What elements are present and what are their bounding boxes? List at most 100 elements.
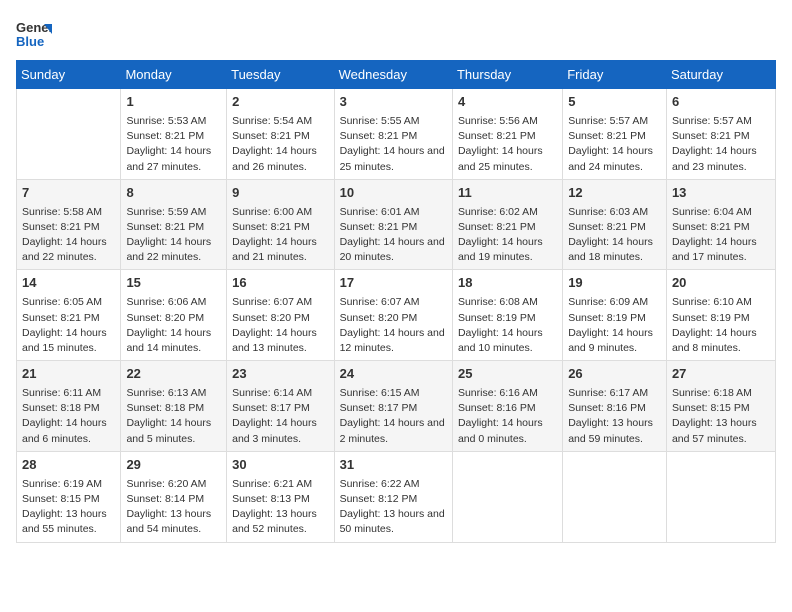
day-number: 3 xyxy=(340,93,447,112)
day-number: 27 xyxy=(672,365,770,384)
day-cell xyxy=(452,451,562,542)
day-info: Sunrise: 6:10 AMSunset: 8:19 PMDaylight:… xyxy=(672,295,770,356)
day-info: Sunrise: 5:58 AMSunset: 8:21 PMDaylight:… xyxy=(22,205,115,266)
day-cell: 13Sunrise: 6:04 AMSunset: 8:21 PMDayligh… xyxy=(666,179,775,270)
day-number: 26 xyxy=(568,365,661,384)
day-info: Sunrise: 5:55 AMSunset: 8:21 PMDaylight:… xyxy=(340,114,447,175)
sunrise-text: Sunrise: 6:15 AM xyxy=(340,386,447,401)
sunrise-text: Sunrise: 6:09 AM xyxy=(568,295,661,310)
day-number: 24 xyxy=(340,365,447,384)
day-cell: 8Sunrise: 5:59 AMSunset: 8:21 PMDaylight… xyxy=(121,179,227,270)
day-info: Sunrise: 5:56 AMSunset: 8:21 PMDaylight:… xyxy=(458,114,557,175)
day-number: 11 xyxy=(458,184,557,203)
sunrise-text: Sunrise: 6:04 AM xyxy=(672,205,770,220)
daylight-text: Daylight: 14 hours and 2 minutes. xyxy=(340,416,447,446)
daylight-text: Daylight: 14 hours and 14 minutes. xyxy=(126,326,221,356)
day-number: 16 xyxy=(232,274,328,293)
day-info: Sunrise: 5:57 AMSunset: 8:21 PMDaylight:… xyxy=(568,114,661,175)
sunset-text: Sunset: 8:21 PM xyxy=(126,220,221,235)
day-cell: 17Sunrise: 6:07 AMSunset: 8:20 PMDayligh… xyxy=(334,270,452,361)
sunrise-text: Sunrise: 6:07 AM xyxy=(232,295,328,310)
day-number: 1 xyxy=(126,93,221,112)
col-header-friday: Friday xyxy=(563,61,667,89)
sunset-text: Sunset: 8:12 PM xyxy=(340,492,447,507)
calendar-table: SundayMondayTuesdayWednesdayThursdayFrid… xyxy=(16,60,776,543)
day-info: Sunrise: 6:19 AMSunset: 8:15 PMDaylight:… xyxy=(22,477,115,538)
sunset-text: Sunset: 8:19 PM xyxy=(568,311,661,326)
sunrise-text: Sunrise: 5:55 AM xyxy=(340,114,447,129)
day-number: 9 xyxy=(232,184,328,203)
sunrise-text: Sunrise: 6:20 AM xyxy=(126,477,221,492)
day-number: 31 xyxy=(340,456,447,475)
daylight-text: Daylight: 14 hours and 13 minutes. xyxy=(232,326,328,356)
sunrise-text: Sunrise: 5:57 AM xyxy=(672,114,770,129)
sunrise-text: Sunrise: 6:05 AM xyxy=(22,295,115,310)
sunset-text: Sunset: 8:19 PM xyxy=(672,311,770,326)
sunrise-text: Sunrise: 6:08 AM xyxy=(458,295,557,310)
sunrise-text: Sunrise: 6:03 AM xyxy=(568,205,661,220)
sunset-text: Sunset: 8:21 PM xyxy=(672,220,770,235)
col-header-thursday: Thursday xyxy=(452,61,562,89)
svg-text:General: General xyxy=(16,20,52,35)
day-info: Sunrise: 6:07 AMSunset: 8:20 PMDaylight:… xyxy=(340,295,447,356)
sunset-text: Sunset: 8:15 PM xyxy=(672,401,770,416)
sunset-text: Sunset: 8:21 PM xyxy=(340,220,447,235)
daylight-text: Daylight: 14 hours and 25 minutes. xyxy=(340,144,447,174)
daylight-text: Daylight: 14 hours and 26 minutes. xyxy=(232,144,328,174)
day-info: Sunrise: 6:01 AMSunset: 8:21 PMDaylight:… xyxy=(340,205,447,266)
day-cell: 24Sunrise: 6:15 AMSunset: 8:17 PMDayligh… xyxy=(334,361,452,452)
day-cell xyxy=(666,451,775,542)
day-cell: 15Sunrise: 6:06 AMSunset: 8:20 PMDayligh… xyxy=(121,270,227,361)
day-number: 5 xyxy=(568,93,661,112)
sunset-text: Sunset: 8:21 PM xyxy=(232,220,328,235)
day-info: Sunrise: 5:53 AMSunset: 8:21 PMDaylight:… xyxy=(126,114,221,175)
logo-icon: General Blue xyxy=(16,16,52,52)
day-cell xyxy=(563,451,667,542)
daylight-text: Daylight: 14 hours and 23 minutes. xyxy=(672,144,770,174)
sunset-text: Sunset: 8:21 PM xyxy=(22,311,115,326)
sunrise-text: Sunrise: 6:19 AM xyxy=(22,477,115,492)
week-row-3: 14Sunrise: 6:05 AMSunset: 8:21 PMDayligh… xyxy=(17,270,776,361)
day-number: 18 xyxy=(458,274,557,293)
day-cell: 1 Sunrise: 5:53 AMSunset: 8:21 PMDaylight… xyxy=(121,89,227,180)
daylight-text: Daylight: 14 hours and 22 minutes. xyxy=(126,235,221,265)
day-number: 4 xyxy=(458,93,557,112)
day-cell: 19Sunrise: 6:09 AMSunset: 8:19 PMDayligh… xyxy=(563,270,667,361)
week-row-2: 7Sunrise: 5:58 AMSunset: 8:21 PMDaylight… xyxy=(17,179,776,270)
daylight-text: Daylight: 14 hours and 0 minutes. xyxy=(458,416,557,446)
header-row: SundayMondayTuesdayWednesdayThursdayFrid… xyxy=(17,61,776,89)
sunrise-text: Sunrise: 6:01 AM xyxy=(340,205,447,220)
sunset-text: Sunset: 8:21 PM xyxy=(22,220,115,235)
logo: General Blue xyxy=(16,16,52,52)
day-cell: 9 Sunrise: 6:00 AMSunset: 8:21 PMDaylight… xyxy=(227,179,334,270)
day-number: 10 xyxy=(340,184,447,203)
day-number: 21 xyxy=(22,365,115,384)
daylight-text: Daylight: 14 hours and 10 minutes. xyxy=(458,326,557,356)
daylight-text: Daylight: 14 hours and 12 minutes. xyxy=(340,326,447,356)
daylight-text: Daylight: 13 hours and 52 minutes. xyxy=(232,507,328,537)
daylight-text: Daylight: 14 hours and 8 minutes. xyxy=(672,326,770,356)
day-info: Sunrise: 6:00 AMSunset: 8:21 PMDaylight:… xyxy=(232,205,328,266)
page-header: General Blue xyxy=(16,16,776,52)
day-cell: 14Sunrise: 6:05 AMSunset: 8:21 PMDayligh… xyxy=(17,270,121,361)
day-number: 22 xyxy=(126,365,221,384)
sunset-text: Sunset: 8:21 PM xyxy=(340,129,447,144)
day-cell: 11Sunrise: 6:02 AMSunset: 8:21 PMDayligh… xyxy=(452,179,562,270)
daylight-text: Daylight: 14 hours and 9 minutes. xyxy=(568,326,661,356)
week-row-4: 21Sunrise: 6:11 AMSunset: 8:18 PMDayligh… xyxy=(17,361,776,452)
day-cell: 10 Sunrise: 6:01 AMSunset: 8:21 PMDayligh… xyxy=(334,179,452,270)
day-info: Sunrise: 5:57 AMSunset: 8:21 PMDaylight:… xyxy=(672,114,770,175)
sunset-text: Sunset: 8:21 PM xyxy=(568,129,661,144)
day-info: Sunrise: 6:06 AMSunset: 8:20 PMDaylight:… xyxy=(126,295,221,356)
sunset-text: Sunset: 8:16 PM xyxy=(568,401,661,416)
sunrise-text: Sunrise: 6:02 AM xyxy=(458,205,557,220)
sunset-text: Sunset: 8:21 PM xyxy=(126,129,221,144)
day-cell: 25Sunrise: 6:16 AMSunset: 8:16 PMDayligh… xyxy=(452,361,562,452)
sunset-text: Sunset: 8:17 PM xyxy=(232,401,328,416)
day-number: 29 xyxy=(126,456,221,475)
col-header-monday: Monday xyxy=(121,61,227,89)
sunrise-text: Sunrise: 6:14 AM xyxy=(232,386,328,401)
sunset-text: Sunset: 8:21 PM xyxy=(232,129,328,144)
col-header-wednesday: Wednesday xyxy=(334,61,452,89)
sunrise-text: Sunrise: 6:06 AM xyxy=(126,295,221,310)
